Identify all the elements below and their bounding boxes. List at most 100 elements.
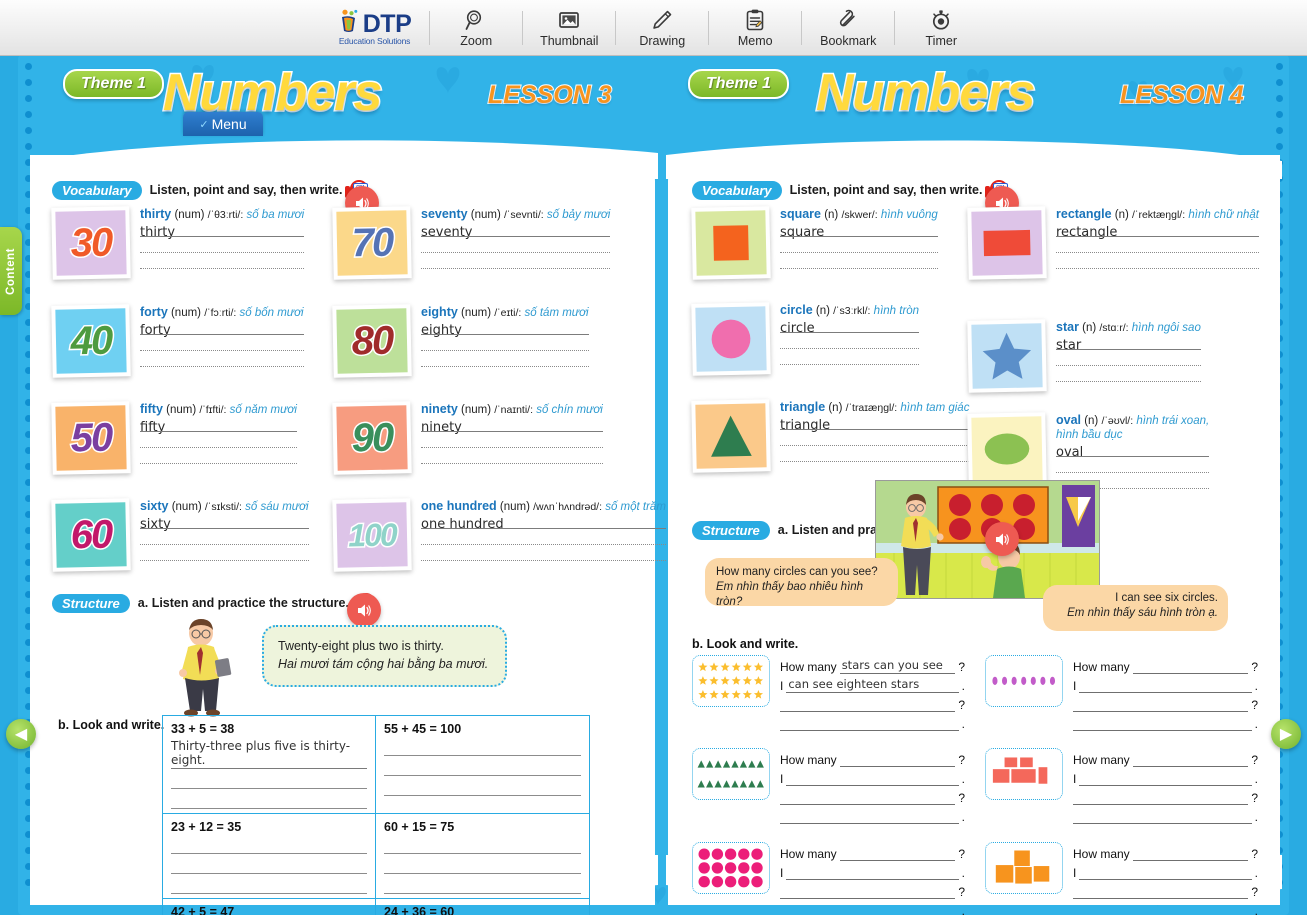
writing-line-blank[interactable] (140, 238, 305, 254)
paperclip-icon (836, 7, 860, 33)
equation-text: 24 + 36 = 60 (384, 905, 455, 915)
writing-line-blank[interactable] (1056, 238, 1259, 254)
answer-line-blank[interactable]: . (780, 899, 965, 915)
writing-line-blank[interactable] (421, 546, 666, 562)
writing-line-blank[interactable] (140, 530, 309, 546)
answer-line[interactable]: I . (780, 861, 965, 880)
writing-line-filled[interactable]: eighty (421, 320, 589, 338)
writing-line-filled[interactable]: circle (780, 318, 920, 336)
answer-blank[interactable] (171, 878, 367, 894)
writing-line-blank[interactable] (1056, 351, 1201, 367)
audio-play-button-structure-right[interactable] (985, 522, 1019, 556)
toolbar-button-memo[interactable]: Memo (709, 4, 801, 52)
audio-play-button-structure-left[interactable] (347, 593, 381, 627)
writing-line-blank[interactable] (140, 449, 297, 465)
writing-line-blank[interactable] (140, 352, 304, 368)
writing-line-filled[interactable]: seventy (421, 222, 611, 240)
writing-line-filled[interactable]: sixty (140, 514, 309, 532)
writing-line-filled[interactable]: ninety (421, 417, 603, 435)
writing-line-filled[interactable]: forty (140, 320, 304, 338)
writing-line-blank[interactable] (421, 238, 611, 254)
sidebar-content-tab[interactable]: Content (0, 227, 22, 315)
answer-blank[interactable] (171, 773, 367, 789)
writing-line-blank[interactable] (140, 254, 305, 270)
answer-blank[interactable] (171, 838, 367, 854)
toolbar-button-timer[interactable]: Timer (895, 4, 987, 52)
question-line-blank[interactable]: ? (1073, 880, 1258, 899)
vocab-item: star (n) /stɑːr/: hình ngôi sao star (967, 319, 1201, 393)
question-line-blank[interactable]: ? (780, 786, 965, 805)
stars-grid (698, 662, 763, 699)
next-page-button[interactable]: ▶ (1271, 719, 1301, 749)
writing-line-blank[interactable] (421, 352, 589, 368)
writing-line-blank[interactable] (140, 336, 304, 352)
question-line-blank[interactable]: ? (1073, 786, 1258, 805)
toolbar-button-thumbnail[interactable]: Thumbnail (523, 4, 615, 52)
writing-line-blank[interactable] (780, 447, 970, 463)
answer-blank[interactable] (384, 838, 581, 854)
writing-line-blank[interactable] (780, 431, 970, 447)
prev-page-button[interactable]: ◀ (6, 719, 36, 749)
answer-line-blank[interactable]: . (1073, 805, 1258, 824)
answer-line[interactable]: I . (1073, 767, 1258, 786)
answer-blank[interactable] (171, 793, 367, 809)
answer-blank[interactable] (384, 760, 581, 776)
clipboard-icon (743, 7, 767, 33)
writing-line-filled[interactable]: fifty (140, 417, 297, 435)
writing-line-blank[interactable] (1056, 458, 1210, 474)
writing-line-blank[interactable] (780, 350, 920, 366)
answer-line-blank[interactable]: . (1073, 899, 1258, 915)
answer-line-blank[interactable]: . (780, 805, 965, 824)
answer-line-blank[interactable]: . (1073, 712, 1258, 731)
answer-blank[interactable] (384, 780, 581, 796)
question-line[interactable]: How many ? (1073, 842, 1258, 861)
answer-line[interactable]: I . (780, 767, 965, 786)
writing-line-filled[interactable]: square (780, 222, 938, 240)
toolbar-button-drawing[interactable]: Drawing (616, 4, 708, 52)
writing-line-filled[interactable]: thirty (140, 222, 305, 240)
writing-line-blank[interactable] (421, 254, 611, 270)
writing-line-blank[interactable] (140, 433, 297, 449)
writing-line-filled[interactable]: rectangle (1056, 222, 1259, 240)
shape-card (967, 206, 1047, 280)
answer-filled[interactable]: Thirty-three plus five is thirty-eight. (171, 739, 367, 769)
writing-line-filled[interactable]: oval (1056, 442, 1210, 460)
writing-line-blank[interactable] (780, 334, 920, 350)
answer-blank[interactable] (171, 858, 367, 874)
answer-line[interactable]: I . (1073, 861, 1258, 880)
writing-line-blank[interactable] (780, 238, 938, 254)
toolbar-button-zoom[interactable]: Zoom (430, 4, 522, 52)
question-line[interactable]: How many ? (780, 842, 965, 861)
question-line[interactable]: How many ? (780, 748, 965, 767)
writing-line-blank[interactable] (1056, 367, 1201, 383)
writing-line-filled[interactable]: one hundred (421, 514, 666, 532)
question-line[interactable]: How many ? (1073, 748, 1258, 767)
toolbar-label-zoom: Zoom (460, 34, 493, 48)
writing-line-blank[interactable] (421, 433, 603, 449)
answer-line-blank[interactable]: . (780, 712, 965, 731)
writing-line-blank[interactable] (421, 336, 589, 352)
vocab-text: sixty (num) /ˈsɪksti/: số sáu mươi sixty (140, 499, 309, 571)
question-line-blank[interactable]: ? (780, 693, 965, 712)
writing-line-filled[interactable]: star (1056, 335, 1201, 353)
writing-line-blank[interactable] (421, 530, 666, 546)
question-line[interactable]: How many ? (1073, 655, 1258, 674)
writing-line-blank[interactable] (780, 254, 938, 270)
question-line-blank[interactable]: ? (1073, 693, 1258, 712)
writing-line-blank[interactable] (421, 449, 603, 465)
vocab-item: triangle (n) /ˈtraɪæŋgl/: hình tam giác … (691, 399, 970, 473)
writing-line-blank[interactable] (140, 546, 309, 562)
answer-line[interactable]: I . (1073, 674, 1258, 693)
writing-line-blank[interactable] (1056, 254, 1259, 270)
writing-line-filled[interactable]: triangle (780, 415, 970, 433)
answer-blank[interactable] (384, 858, 581, 874)
answer-blank[interactable] (384, 878, 581, 894)
answer-line[interactable]: I can see eighteen stars . (780, 674, 965, 693)
question-line-blank[interactable]: ? (780, 880, 965, 899)
question-line[interactable]: How many stars can you see ? (780, 655, 965, 674)
menu-tab-button[interactable]: ✓ Menu (183, 112, 263, 136)
left-lesson-label: LESSON 3 (487, 80, 613, 110)
left-bubble-vietnamese: Hai mươi tám cộng hai bằng ba mươi. (278, 657, 489, 671)
answer-blank[interactable] (384, 740, 581, 756)
toolbar-button-bookmark[interactable]: Bookmark (802, 4, 894, 52)
